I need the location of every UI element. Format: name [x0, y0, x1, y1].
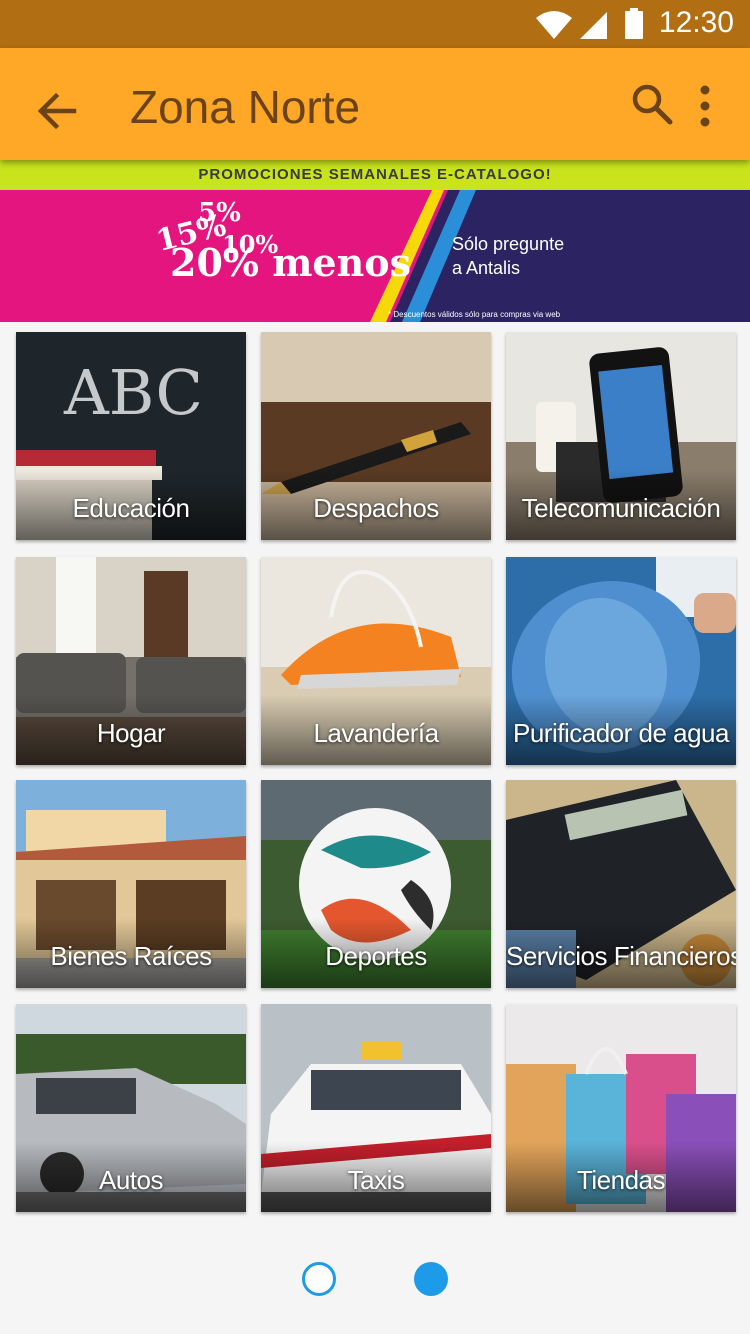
- category-tile-purificador[interactable]: Purificador de agua: [506, 557, 736, 765]
- category-tile-tiendas[interactable]: Tiendas: [506, 1004, 736, 1212]
- overflow-menu-icon[interactable]: [692, 84, 718, 128]
- promo-banner[interactable]: PROMOCIONES SEMANALES E-CATALOGO! 5% 15%…: [0, 160, 750, 322]
- category-label: Educación: [72, 493, 190, 523]
- category-label: Autos: [99, 1165, 164, 1195]
- promo-strip: PROMOCIONES SEMANALES E-CATALOGO!: [0, 160, 750, 190]
- category-tile-deportes[interactable]: Deportes: [261, 780, 491, 988]
- category-label: Hogar: [96, 718, 166, 748]
- search-icon[interactable]: [630, 82, 674, 126]
- category-label: Taxis: [347, 1165, 405, 1195]
- status-time: 12:30: [658, 6, 734, 39]
- category-label: Tiendas: [576, 1165, 666, 1195]
- category-tile-despachos[interactable]: Despachos: [261, 332, 491, 540]
- category-tile-servicios-financieros[interactable]: Servicios Financieros: [506, 780, 736, 988]
- category-tile-educacion[interactable]: ABC Educación: [16, 332, 246, 540]
- wifi-icon: [536, 11, 572, 39]
- promo-headline: 20% menos: [170, 240, 411, 285]
- category-tile-telecomunicacion[interactable]: Telecomunicación: [506, 332, 736, 540]
- status-bar: 12:30: [0, 0, 750, 48]
- app-bar: Zona Norte: [0, 48, 750, 160]
- promo-ask-line1: Sólo pregunte: [452, 234, 565, 254]
- promo-ask-line2: a Antalis: [452, 258, 521, 278]
- category-tile-hogar[interactable]: Hogar: [16, 557, 246, 765]
- category-tile-lavanderia[interactable]: Lavandería: [261, 557, 491, 765]
- category-label: Servicios Financieros: [506, 941, 736, 971]
- promo-ask: Sólo pregunte a Antalis: [452, 232, 602, 280]
- category-label: Purificador de agua: [513, 718, 729, 748]
- page-indicator: [0, 1262, 750, 1298]
- category-label: Deportes: [325, 941, 427, 971]
- battery-icon: [625, 8, 643, 39]
- category-label: Telecomunicación: [521, 493, 721, 523]
- svg-text:ABC: ABC: [63, 356, 203, 429]
- back-arrow-icon[interactable]: [34, 88, 80, 134]
- category-tile-bienes-raices[interactable]: Bienes Raíces: [16, 780, 246, 988]
- page-title: Zona Norte: [130, 81, 361, 133]
- page-dot-2-active[interactable]: [414, 1262, 448, 1296]
- category-label: Bienes Raíces: [50, 941, 212, 971]
- page-dot-1[interactable]: [302, 1262, 336, 1296]
- category-label: Despachos: [313, 493, 439, 523]
- category-tile-taxis[interactable]: Taxis: [261, 1004, 491, 1212]
- category-label: Lavandería: [313, 718, 439, 748]
- category-tile-autos[interactable]: Autos: [16, 1004, 246, 1212]
- cellular-signal-icon: [580, 12, 607, 39]
- promo-footnote: * Descuentos válidos sólo para compras v…: [388, 310, 561, 319]
